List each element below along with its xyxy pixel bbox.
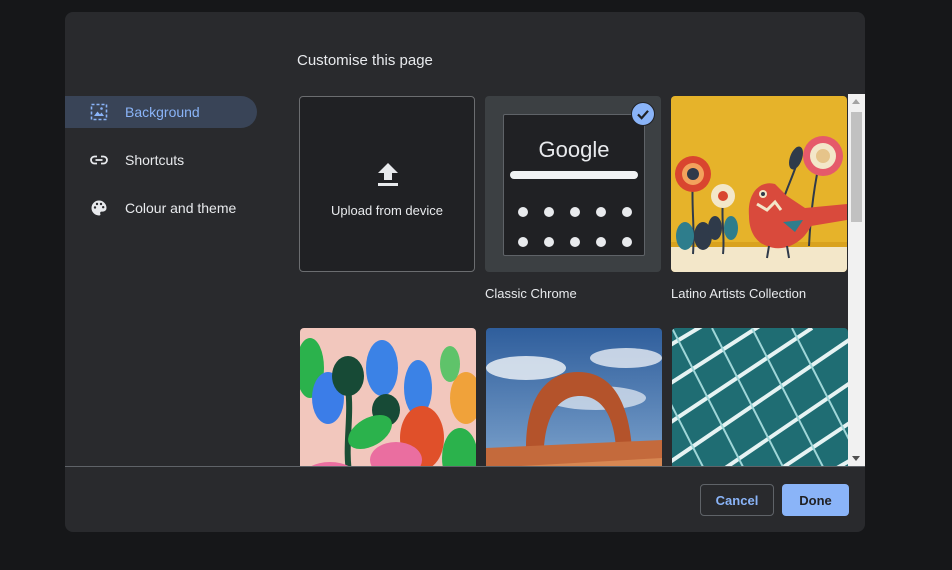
latino-artists-caption: Latino Artists Collection	[671, 286, 807, 301]
geometric-architecture-photo	[672, 328, 848, 466]
upload-label: Upload from device	[331, 203, 443, 218]
preview-shortcut-dot	[622, 207, 632, 217]
palette-icon	[91, 200, 107, 216]
rock-arch-tile[interactable]	[486, 328, 662, 466]
google-logo-text: Google	[538, 137, 610, 162]
preview-shortcut-dot	[622, 237, 632, 247]
scroll-up-arrow-icon[interactable]	[852, 99, 860, 104]
cancel-button[interactable]: Cancel	[700, 484, 774, 516]
scroll-down-arrow-icon[interactable]	[852, 456, 860, 461]
dialog-title: Customise this page	[297, 52, 433, 69]
upload-tile[interactable]: Upload from device	[299, 96, 475, 272]
customise-dialog: Customise this page Background Shortcuts	[65, 12, 865, 532]
preview-shortcut-dot	[544, 237, 554, 247]
sidebar-item-label: Background	[125, 104, 200, 120]
architecture-tile[interactable]	[672, 328, 848, 466]
floral-illustration	[300, 328, 476, 466]
background-grid: Upload from device Google Classic Chrome…	[299, 96, 865, 466]
classic-chrome-caption: Classic Chrome	[485, 286, 577, 301]
rock-arch-photo	[486, 328, 662, 466]
sidebar-item-shortcuts[interactable]: Shortcuts	[65, 144, 257, 176]
classic-chrome-tile[interactable]: Google	[485, 96, 661, 272]
preview-shortcut-dot	[596, 207, 606, 217]
preview-shortcut-dot	[518, 237, 528, 247]
preview-shortcut-dot	[570, 207, 580, 217]
upload-icon	[378, 163, 398, 186]
preview-shortcut-dot	[518, 207, 528, 217]
sidebar-item-background[interactable]: Background	[65, 96, 257, 128]
done-button[interactable]: Done	[782, 484, 849, 516]
preview-shortcut-dot	[570, 237, 580, 247]
classic-chrome-preview: Google	[503, 114, 645, 256]
grid-scrollbar[interactable]	[848, 94, 865, 466]
footer-divider	[65, 466, 865, 467]
floral-illustration-tile[interactable]	[300, 328, 476, 466]
preview-shortcut-dot	[596, 237, 606, 247]
latino-artists-illustration	[671, 96, 847, 272]
sidebar-item-label: Colour and theme	[125, 200, 237, 216]
sidebar-nav: Background Shortcuts Colour and theme	[65, 96, 257, 240]
preview-search-bar	[510, 171, 638, 179]
scroll-thumb[interactable]	[851, 112, 862, 222]
check-icon	[631, 102, 655, 126]
latino-artists-tile[interactable]	[671, 96, 847, 272]
link-icon	[90, 155, 108, 165]
background-icon	[90, 103, 108, 121]
sidebar-item-colour-theme[interactable]: Colour and theme	[65, 192, 257, 224]
preview-shortcut-dot	[544, 207, 554, 217]
sidebar-item-label: Shortcuts	[125, 152, 185, 168]
